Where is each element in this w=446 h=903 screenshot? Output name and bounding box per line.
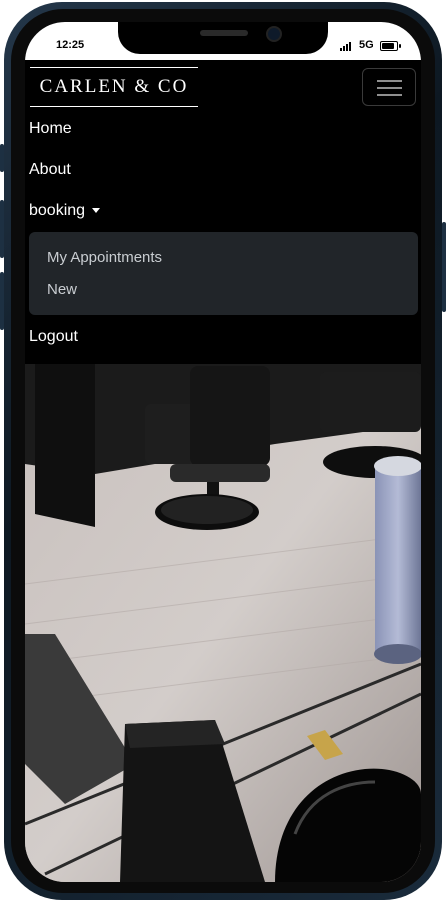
navbar: CARLEN & CO Home About booking My Appoin… xyxy=(25,60,421,364)
status-time: 12:25 xyxy=(56,39,85,51)
nav-logout[interactable]: Logout xyxy=(29,328,78,346)
salon-photo-illustration xyxy=(25,364,421,882)
hamburger-icon-bar xyxy=(377,87,402,89)
nav-home[interactable]: Home xyxy=(29,120,72,138)
booking-dropdown-menu: My Appointments New xyxy=(29,232,418,315)
speaker-grille xyxy=(200,30,248,36)
hamburger-icon-bar xyxy=(377,94,402,96)
status-bar: 12:25 5G xyxy=(25,22,421,60)
battery-icon xyxy=(380,41,401,51)
nav-booking-toggle[interactable]: booking xyxy=(29,202,101,220)
salon-hero-image xyxy=(25,364,421,882)
phone-volume-down-button xyxy=(0,272,4,330)
signal-icon xyxy=(340,41,351,51)
caret-down-icon xyxy=(92,208,101,214)
dropdown-item-new[interactable]: New xyxy=(47,281,77,298)
menu-toggle-button[interactable] xyxy=(362,68,416,106)
phone-power-button xyxy=(442,222,446,312)
nav-booking-label: booking xyxy=(29,202,86,219)
network-type: 5G xyxy=(359,39,374,51)
dropdown-item-my-appointments[interactable]: My Appointments xyxy=(47,249,162,266)
nav-about[interactable]: About xyxy=(29,161,71,179)
front-camera xyxy=(266,26,282,42)
brand-logo[interactable]: CARLEN & CO xyxy=(30,67,198,107)
phone-volume-up-button xyxy=(0,200,4,258)
screen: 12:25 5G CARLEN & CO Home About booking … xyxy=(25,22,421,882)
notch xyxy=(118,22,328,54)
phone-side-button xyxy=(0,144,4,172)
hamburger-icon xyxy=(377,80,402,82)
